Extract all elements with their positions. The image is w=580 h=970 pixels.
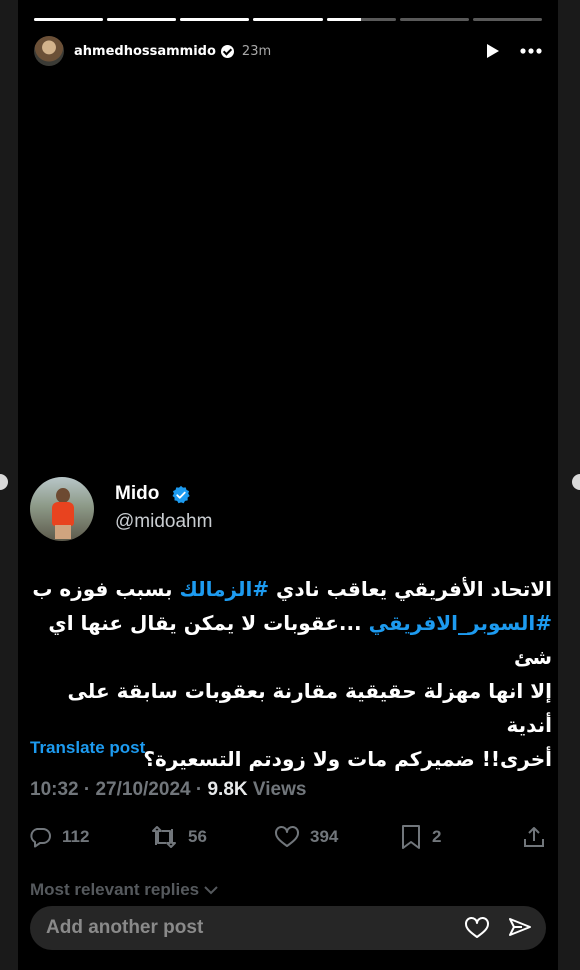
tweet-meta: 10:32 · 27/10/2024 · 9.8K Views <box>30 779 306 801</box>
more-icon[interactable] <box>520 48 542 54</box>
share-button[interactable] <box>522 825 546 849</box>
add-post-input[interactable] <box>44 916 464 940</box>
story-progress-segment <box>472 18 542 21</box>
story-progress-segment <box>34 18 104 21</box>
like-button[interactable]: 394 <box>274 825 338 849</box>
avatar[interactable] <box>34 36 64 66</box>
bookmark-button[interactable]: 2 <box>400 824 441 850</box>
tweet-actions: 112 56 394 2 <box>28 820 548 854</box>
like-count: 394 <box>310 827 339 846</box>
reply-composer <box>30 906 546 950</box>
reply-icon <box>30 828 51 848</box>
verified-icon <box>172 485 190 504</box>
story-progress-segment <box>180 18 250 21</box>
play-icon[interactable] <box>485 43 500 59</box>
hashtag-link[interactable]: #الزمالك <box>179 577 269 601</box>
replies-sort[interactable]: Most relevant replies <box>30 880 218 900</box>
tweet-text-part: أخرى!! ضميركم مات ولا زودتم التسعيرة؟ <box>143 747 552 771</box>
story-progress-segment <box>107 18 177 21</box>
bookmark-count: 2 <box>432 827 442 846</box>
story-username[interactable]: ahmedhossammido <box>74 44 216 59</box>
views-count: 9.8K <box>207 779 248 800</box>
verified-icon <box>220 44 234 58</box>
send-icon[interactable] <box>508 916 532 940</box>
like-icon <box>275 826 299 847</box>
story-viewer: ahmedhossammido 23m Mido @midoahm الاتحا… <box>18 0 558 970</box>
chevron-down-icon <box>204 886 218 895</box>
tweet-display-name[interactable]: Mido <box>115 483 159 505</box>
translate-post-link[interactable]: Translate post <box>30 738 145 758</box>
tweet-author: Mido @midoahm <box>30 476 350 542</box>
repost-count: 56 <box>188 827 207 846</box>
tweet-timestamp[interactable]: 10:32 · 27/10/2024 · <box>30 779 207 800</box>
story-progress-segment <box>326 18 396 21</box>
tweet-text-part: إلا انها مهزلة حقيقية مقارنة بعقوبات ساب… <box>67 679 552 737</box>
bookmark-icon <box>402 825 420 849</box>
repost-button[interactable]: 56 <box>150 825 207 849</box>
reply-count: 112 <box>62 827 90 846</box>
views-label: Views <box>247 779 307 800</box>
replies-sort-label: Most relevant replies <box>30 880 200 899</box>
next-story-arrow[interactable] <box>572 474 580 490</box>
tweet-text-part: الاتحاد الأفريقي يعاقب نادي <box>269 577 552 601</box>
story-progress-segment <box>399 18 469 21</box>
story-progress-segment <box>253 18 323 21</box>
tweet-text-part: بسبب فوزه ب <box>32 577 180 601</box>
story-time: 23m <box>241 43 272 59</box>
heart-icon[interactable] <box>464 916 490 940</box>
tweet-handle[interactable]: @midoahm <box>115 511 212 533</box>
story-progress <box>34 18 542 21</box>
tweet-avatar[interactable] <box>30 477 94 541</box>
story-header: ahmedhossammido 23m <box>34 36 542 66</box>
reply-button[interactable]: 112 <box>28 825 89 849</box>
hashtag-link[interactable]: #السوبر_الافريقي <box>369 611 552 635</box>
previous-story-arrow[interactable] <box>0 474 8 490</box>
repost-icon <box>152 826 176 848</box>
share-icon <box>524 827 544 847</box>
